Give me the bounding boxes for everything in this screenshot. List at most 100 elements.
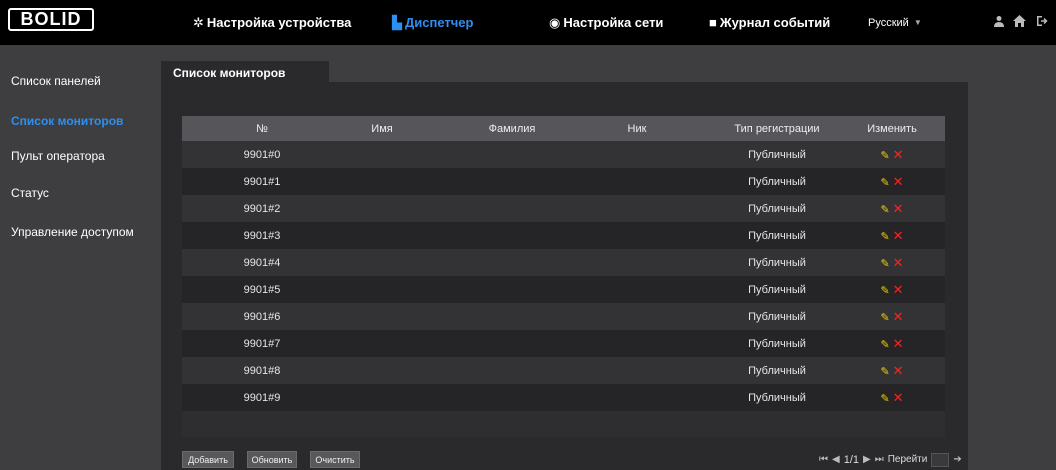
edit-pencil-icon[interactable]: ✎	[880, 339, 889, 351]
col-header-edit: Изменить	[867, 122, 917, 135]
nav-dispatcher[interactable]: ▙ Диспетчер	[392, 0, 473, 45]
table-row: 9901#2 Публичный ✎ ✕	[182, 195, 945, 222]
row-actions: ✎ ✕	[857, 336, 927, 352]
edit-pencil-icon[interactable]: ✎	[880, 231, 889, 243]
sidebar-item-status[interactable]: Статус	[11, 186, 49, 200]
home-icon[interactable]	[1010, 12, 1028, 30]
top-bar: BOLID ✲ Настройка устройства ▙ Диспетчер…	[0, 0, 1056, 45]
nav-event-log[interactable]: ■ Журнал событий	[709, 0, 830, 45]
edit-pencil-icon[interactable]: ✎	[880, 285, 889, 297]
table-empty-row	[182, 411, 945, 437]
cell-number: 9901#4	[243, 256, 281, 269]
cell-number: 9901#7	[243, 337, 281, 350]
cell-reg-type: Публичный	[748, 175, 806, 188]
delete-x-icon[interactable]: ✕	[893, 255, 904, 270]
last-page-icon[interactable]: ⏭	[875, 454, 884, 465]
cell-reg-type: Публичный	[748, 310, 806, 323]
edit-pencil-icon[interactable]: ✎	[880, 366, 889, 378]
edit-pencil-icon[interactable]: ✎	[880, 258, 889, 270]
sidebar-item-access-control[interactable]: Управление доступом	[11, 225, 134, 239]
monitor-table: № Имя Фамилия Ник Тип регистрации Измени…	[182, 116, 945, 437]
nav-label: Настройка сети	[563, 15, 664, 30]
cell-number: 9901#3	[243, 229, 281, 242]
delete-x-icon[interactable]: ✕	[893, 363, 904, 378]
clear-button[interactable]: Очистить	[310, 451, 360, 468]
col-header-reg-type[interactable]: Тип регистрации	[727, 123, 827, 135]
nav-label: Диспетчер	[405, 15, 474, 30]
delete-x-icon[interactable]: ✕	[893, 228, 904, 243]
user-icon[interactable]	[990, 12, 1008, 30]
table-header: № Имя Фамилия Ник Тип регистрации Измени…	[182, 116, 945, 141]
table-row: 9901#9 Публичный ✎ ✕	[182, 384, 945, 411]
cell-number: 9901#1	[243, 175, 281, 188]
next-page-icon[interactable]: ▶	[863, 454, 871, 465]
log-icon: ■	[709, 15, 717, 30]
sidebar: Список панелей Список мониторов Пульт оп…	[0, 45, 160, 470]
cell-reg-type: Публичный	[748, 337, 806, 350]
table-row: 9901#5 Публичный ✎ ✕	[182, 276, 945, 303]
cell-reg-type: Публичный	[748, 256, 806, 269]
gear-icon: ✲	[193, 14, 204, 30]
delete-x-icon[interactable]: ✕	[893, 336, 904, 351]
logo: BOLID	[8, 8, 94, 31]
edit-pencil-icon[interactable]: ✎	[880, 177, 889, 189]
pagination: ⏮ ◀ 1/1 ▶ ⏭ Перейти ➔	[819, 451, 966, 468]
col-header-number[interactable]: №	[212, 123, 312, 135]
edit-pencil-icon[interactable]: ✎	[880, 204, 889, 216]
prev-page-icon[interactable]: ◀	[832, 454, 840, 465]
nav-network-settings[interactable]: ◉ Настройка сети	[549, 0, 663, 45]
table-row: 9901#1 Публичный ✎ ✕	[182, 168, 945, 195]
language-select[interactable]: Русский ▼	[868, 0, 922, 45]
delete-x-icon[interactable]: ✕	[893, 147, 904, 162]
sidebar-item-monitors[interactable]: Список мониторов	[11, 114, 123, 128]
delete-x-icon[interactable]: ✕	[893, 390, 904, 405]
building-icon: ▙	[392, 14, 402, 30]
row-actions: ✎ ✕	[857, 282, 927, 298]
cell-number: 9901#6	[243, 310, 281, 323]
row-actions: ✎ ✕	[857, 363, 927, 379]
cell-number: 9901#9	[243, 391, 281, 404]
globe-icon: ◉	[549, 14, 561, 30]
cell-number: 9901#2	[243, 202, 281, 215]
cell-number: 9901#0	[243, 148, 281, 161]
delete-x-icon[interactable]: ✕	[893, 201, 904, 216]
page-indicator: 1/1	[843, 453, 859, 466]
col-header-surname[interactable]: Фамилия	[462, 123, 562, 135]
cell-reg-type: Публичный	[748, 391, 806, 404]
goto-arrow-icon[interactable]: ➔	[953, 454, 961, 465]
cell-reg-type: Публичный	[748, 283, 806, 296]
edit-pencil-icon[interactable]: ✎	[880, 393, 889, 405]
refresh-button[interactable]: Обновить	[247, 451, 297, 468]
table-row: 9901#6 Публичный ✎ ✕	[182, 303, 945, 330]
row-actions: ✎ ✕	[857, 174, 927, 190]
sidebar-item-panels[interactable]: Список панелей	[11, 74, 101, 88]
tab-monitor-list[interactable]: Список мониторов	[161, 61, 329, 83]
nav-label: Журнал событий	[719, 15, 831, 30]
first-page-icon[interactable]: ⏮	[819, 454, 828, 465]
edit-pencil-icon[interactable]: ✎	[880, 150, 889, 162]
row-actions: ✎ ✕	[857, 228, 927, 244]
add-button[interactable]: Добавить	[182, 451, 234, 468]
goto-label: Перейти	[887, 454, 928, 465]
row-actions: ✎ ✕	[857, 309, 927, 325]
table-row: 9901#3 Публичный ✎ ✕	[182, 222, 945, 249]
edit-pencil-icon[interactable]: ✎	[880, 312, 889, 324]
row-actions: ✎ ✕	[857, 147, 927, 163]
cell-reg-type: Публичный	[748, 202, 806, 215]
col-header-nick[interactable]: Ник	[607, 123, 667, 135]
nav-label: Настройка устройства	[206, 15, 352, 30]
col-header-name[interactable]: Имя	[342, 123, 422, 135]
nav-device-settings[interactable]: ✲ Настройка устройства	[193, 0, 351, 45]
table-row: 9901#7 Публичный ✎ ✕	[182, 330, 945, 357]
table-row: 9901#8 Публичный ✎ ✕	[182, 357, 945, 384]
table-row: 9901#4 Публичный ✎ ✕	[182, 249, 945, 276]
chevron-down-icon: ▼	[913, 18, 922, 27]
cell-reg-type: Публичный	[748, 229, 806, 242]
delete-x-icon[interactable]: ✕	[893, 174, 904, 189]
logout-icon[interactable]	[1033, 12, 1051, 30]
delete-x-icon[interactable]: ✕	[893, 282, 904, 297]
goto-page-input[interactable]	[931, 452, 950, 467]
row-actions: ✎ ✕	[857, 390, 927, 406]
delete-x-icon[interactable]: ✕	[893, 309, 904, 324]
sidebar-item-operator-console[interactable]: Пульт оператора	[11, 149, 105, 163]
